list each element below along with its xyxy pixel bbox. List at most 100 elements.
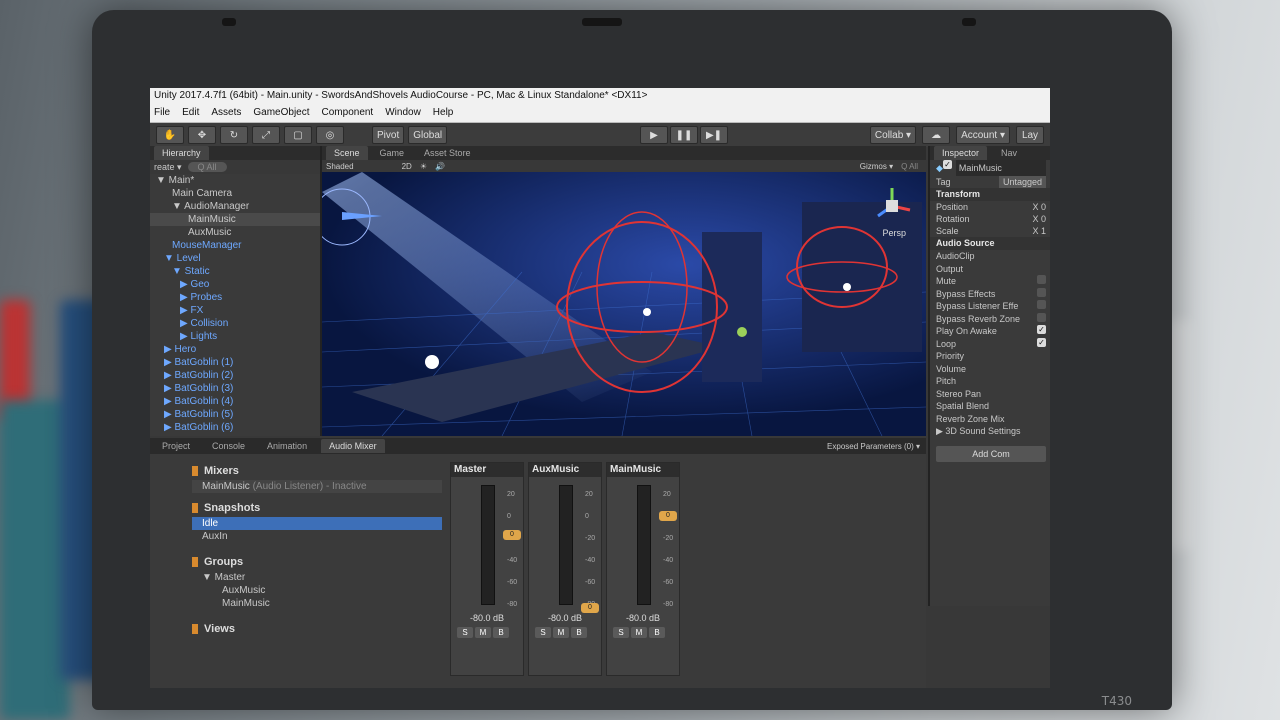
shading-dropdown[interactable]: Shaded [326, 162, 354, 171]
hierarchy-item[interactable]: ▶ BatGoblin (5) [150, 408, 320, 421]
layers-button[interactable]: Lay [1016, 126, 1044, 144]
audio-source-row[interactable]: Priority [930, 350, 1050, 363]
audio-source-row[interactable]: Play On Awake ✓ [930, 325, 1050, 338]
menu-edit[interactable]: Edit [182, 104, 199, 122]
snapshot-item[interactable]: Idle [192, 517, 442, 530]
tab-project[interactable]: Project [154, 439, 198, 453]
hierarchy-item[interactable]: Main Camera [150, 187, 320, 200]
account-button[interactable]: Account ▾ [956, 126, 1010, 144]
2d-toggle[interactable]: 2D [402, 162, 412, 171]
audio-source-row[interactable]: Bypass Reverb Zone [930, 312, 1050, 326]
hierarchy-item[interactable]: ▼ Static [150, 265, 320, 278]
strip-b-button[interactable]: B [493, 627, 509, 638]
hand-tool-button[interactable]: ✋ [156, 126, 184, 144]
menu-component[interactable]: Component [322, 104, 374, 122]
audio-toggle[interactable]: 🔊 [435, 162, 445, 171]
tab-console[interactable]: Console [204, 439, 253, 453]
audio-source-row[interactable]: Volume [930, 363, 1050, 376]
transform-value[interactable]: X 1 [1032, 225, 1046, 237]
exposed-parameters-dropdown[interactable]: Exposed Parameters (0) ▾ [827, 442, 920, 451]
menu-file[interactable]: File [154, 104, 170, 122]
audio-source-row[interactable]: Pitch [930, 375, 1050, 388]
checkbox[interactable] [1037, 300, 1046, 309]
volume-fader[interactable]: 0 [503, 529, 521, 540]
audio-source-row[interactable]: Reverb Zone Mix [930, 413, 1050, 426]
scene-search[interactable]: Q All [901, 162, 918, 171]
transform-header[interactable]: Transform [930, 188, 1050, 201]
audio-source-header[interactable]: Audio Source [930, 237, 1050, 250]
strip-b-button[interactable]: B [571, 627, 587, 638]
menu-window[interactable]: Window [385, 104, 421, 122]
strip-m-button[interactable]: M [631, 627, 647, 638]
hierarchy-item[interactable]: ▶ BatGoblin (4) [150, 395, 320, 408]
audio-source-row[interactable]: Output [930, 263, 1050, 276]
hierarchy-item[interactable]: MouseManager [150, 239, 320, 252]
tab-asset-store[interactable]: Asset Store [416, 146, 479, 160]
strip-b-button[interactable]: B [649, 627, 665, 638]
hierarchy-item[interactable]: ▶ BatGoblin (3) [150, 382, 320, 395]
checkbox[interactable]: ✓ [1037, 337, 1046, 347]
tab-scene[interactable]: Scene [326, 146, 368, 160]
audio-source-row[interactable]: Spatial Blend [930, 400, 1050, 413]
transform-row[interactable]: Rotation X 0 [930, 213, 1050, 225]
checkbox[interactable]: ✓ [1037, 325, 1046, 334]
audio-source-row[interactable]: Mute [930, 275, 1050, 288]
collab-button[interactable]: Collab ▾ [869, 126, 917, 144]
checkbox[interactable] [1037, 312, 1046, 322]
hierarchy-item[interactable]: ▼ AudioManager [150, 200, 320, 213]
audio-source-row[interactable]: AudioClip [930, 250, 1050, 263]
menu-gameobject[interactable]: GameObject [253, 104, 309, 122]
hierarchy-item[interactable]: ▶ BatGoblin (6) [150, 421, 320, 434]
object-name-field[interactable]: MainMusic [955, 160, 1046, 176]
hierarchy-item[interactable]: ▶ Hero [150, 343, 320, 356]
transform-tool-button[interactable]: ◎ [316, 126, 344, 144]
lighting-toggle[interactable]: ☀ [420, 162, 427, 171]
hierarchy-item[interactable]: ▶ BatGoblin (1) [150, 356, 320, 369]
hierarchy-item[interactable]: ▶ FX [150, 304, 320, 317]
pivot-toggle[interactable]: Pivot [372, 126, 405, 144]
hierarchy-item[interactable]: ▼ Level [150, 252, 320, 265]
hierarchy-item[interactable]: ▶ Geo [150, 278, 320, 291]
group-item[interactable]: ▼ Master [192, 571, 442, 584]
tab-navigation[interactable]: Nav [993, 146, 1025, 160]
mixer-item[interactable]: MainMusic (Audio Listener) - Inactive [192, 480, 442, 493]
hierarchy-item[interactable]: AuxMusic [150, 226, 320, 239]
audio-source-row[interactable]: Loop ✓ [930, 337, 1050, 351]
menu-assets[interactable]: Assets [211, 104, 241, 122]
tab-animation[interactable]: Animation [259, 439, 315, 453]
audio-source-row[interactable]: Stereo Pan [930, 388, 1050, 401]
strip-s-button[interactable]: S [457, 627, 473, 638]
checkbox[interactable] [1037, 287, 1046, 297]
transform-row[interactable]: Scale X 1 [930, 225, 1050, 237]
tab-hierarchy[interactable]: Hierarchy [154, 146, 209, 160]
checkbox[interactable] [1037, 275, 1046, 284]
hierarchy-item[interactable]: ▶ Lights [150, 330, 320, 343]
object-active-checkbox[interactable]: ✓ [942, 160, 952, 169]
hierarchy-item[interactable]: ▶ BatGoblin (2) [150, 369, 320, 382]
volume-fader[interactable]: 0 [659, 510, 677, 521]
add-component-button[interactable]: Add Com [936, 445, 1046, 462]
transform-value[interactable]: X 0 [1032, 201, 1046, 213]
scene-gizmo-icon[interactable] [872, 186, 912, 226]
rotate-tool-button[interactable]: ↻ [220, 126, 248, 144]
transform-value[interactable]: X 0 [1032, 213, 1046, 225]
audio-source-row[interactable]: Bypass Effects [930, 287, 1050, 301]
global-toggle[interactable]: Global [408, 126, 448, 144]
hierarchy-search[interactable]: Q All [187, 162, 227, 172]
create-dropdown[interactable]: reate ▾ [154, 162, 182, 173]
audio-source-row[interactable]: Bypass Listener Effe [930, 300, 1050, 313]
cloud-icon[interactable]: ☁ [922, 126, 951, 144]
tag-dropdown[interactable]: Untagged [998, 176, 1046, 188]
strip-s-button[interactable]: S [613, 627, 629, 638]
volume-fader[interactable]: 0 [581, 603, 599, 613]
rect-tool-button[interactable]: ▢ [284, 126, 312, 144]
hierarchy-item[interactable]: ▶ Collision [150, 317, 320, 330]
pause-button[interactable]: ❚❚ [670, 126, 698, 144]
strip-m-button[interactable]: M [553, 627, 569, 638]
scale-tool-button[interactable]: ⤢ [252, 126, 280, 144]
tab-game[interactable]: Game [372, 146, 413, 160]
audio-source-row[interactable]: ▶ 3D Sound Settings [930, 425, 1050, 438]
hierarchy-item[interactable]: ▼ Main* [150, 174, 320, 187]
tab-inspector[interactable]: Inspector [934, 146, 988, 160]
transform-row[interactable]: Position X 0 [930, 201, 1050, 213]
